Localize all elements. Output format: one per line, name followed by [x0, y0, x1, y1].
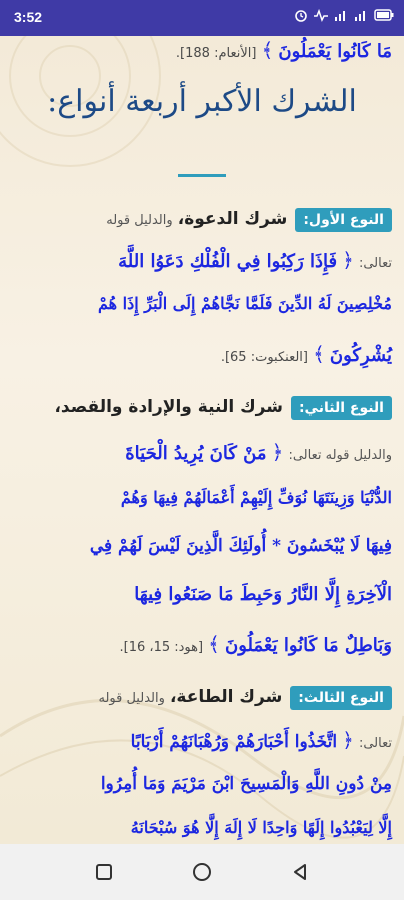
verse-text: وَبَاطِلٌ مَا كَانُوا يَعْمَلُونَ	[224, 635, 392, 656]
battery-icon	[374, 9, 394, 21]
type3-title-line: النوع الثالث: شرك الطاعة، والدليل قوله	[12, 686, 392, 710]
type3-lead: والدليل قوله	[98, 691, 165, 706]
type3-verse-line2: مِنْ دُونِ اللَّهِ وَالْمَسِيحَ ابْنَ مَ…	[12, 774, 392, 794]
verse-close-bracket: ﴾	[261, 38, 274, 62]
verse-text: مُخْلِصِينَ لَهُ الدِّينَ فَلَمَّا نَجَّ…	[98, 294, 392, 313]
verse-text: الدُّنْيَا وَزِينَتَهَا نُوَفِّ إِلَيْهِ…	[120, 488, 392, 507]
type1-lead: والدليل قوله	[106, 213, 173, 228]
verse-close-bracket: ﴾	[313, 342, 325, 366]
verse-reference: [العنكبوت: 65].	[220, 350, 308, 365]
status-icons	[294, 8, 394, 22]
status-time: 3:52	[14, 9, 43, 25]
verse-close-bracket: ﴾	[208, 632, 220, 656]
verse-text: إِلَّا لِيَعْبُدُوا إِلَهًا وَاحِدًا لَا…	[130, 818, 392, 837]
verse-open-bracket: ﴿	[342, 728, 354, 752]
type2-title: شرك النية والإرادة والقصد،	[54, 397, 283, 417]
type2-title-line: النوع الثاني: شرك النية والإرادة والقصد،	[12, 396, 392, 420]
verse-text: مِنْ دُونِ اللَّهِ وَالْمَسِيحَ ابْنَ مَ…	[100, 774, 392, 794]
type1-verse-line3: يُشْرِكُونَ ﴾ [العنكبوت: 65].	[12, 342, 392, 366]
verse-text: مَنْ كَانَ يُرِيدُ الْحَيَاةَ	[125, 443, 267, 464]
circle-icon[interactable]	[190, 860, 214, 884]
signal-icon	[335, 11, 345, 21]
type1-title-line: النوع الأول: شرك الدعوة، والدليل قوله	[12, 208, 392, 232]
verse-text: الْآخِرَةِ إِلَّا النَّارُ وَحَبِطَ مَا …	[134, 584, 392, 605]
verse-text: فَإِذَا رَكِبُوا فِي الْفُلْكِ دَعَوُا ا…	[118, 251, 338, 272]
type2-badge: النوع الثاني:	[290, 396, 392, 420]
type3-verse-line1: تعالى: ﴿ اتَّخَذُوا أَحْبَارَهُمْ وَرُهْ…	[12, 728, 392, 752]
type3-lead2: تعالى:	[358, 736, 392, 751]
type2-verse-line4: الْآخِرَةِ إِلَّا النَّارُ وَحَبِطَ مَا …	[12, 584, 392, 605]
type1-badge: النوع الأول:	[295, 208, 392, 232]
status-bar: 3:52	[0, 0, 404, 36]
verse-text: اتَّخَذُوا أَحْبَارَهُمْ وَرُهْبَانَهُمْ…	[130, 732, 338, 752]
verse-open-bracket: ﴿	[342, 248, 354, 272]
verse-reference: [الأنعام: 188].	[175, 46, 257, 61]
section-heading: الشرك الأكبر أربعة أنواع:	[47, 84, 357, 119]
type3-verse-line3: إِلَّا لِيَعْبُدُوا إِلَهًا وَاحِدًا لَا…	[12, 818, 392, 837]
verse-text: يُشْرِكُونَ	[329, 345, 392, 366]
verse-text: مَا كَانُوا يَعْمَلُونَ	[278, 41, 392, 62]
back-triangle-icon[interactable]	[288, 860, 312, 884]
verse-open-bracket: ﴿	[271, 440, 284, 464]
verse-text: فِيهَا لَا يُبْخَسُونَ * أُولَئِكَ الَّذ…	[89, 536, 392, 556]
heading-divider	[178, 174, 226, 177]
type3-title: شرك الطاعة،	[169, 687, 283, 707]
article-content[interactable]: مَا كَانُوا يَعْمَلُونَ ﴾ [الأنعام: 188]…	[0, 36, 404, 844]
activity-icon	[314, 8, 328, 22]
type3-badge: النوع الثالث:	[290, 686, 392, 710]
verse-reference: [هود: 15، 16].	[119, 640, 204, 655]
type2-verse-line3: فِيهَا لَا يُبْخَسُونَ * أُولَئِكَ الَّذ…	[12, 536, 392, 556]
type1-title: شرك الدعوة،	[177, 209, 288, 229]
type2-verse-line1: والدليل قوله تعالى: ﴿ مَنْ كَانَ يُرِيدُ…	[12, 440, 392, 464]
type2-verse-line2: الدُّنْيَا وَزِينَتَهَا نُوَفِّ إِلَيْهِ…	[12, 488, 392, 507]
alarm-icon	[295, 10, 307, 22]
verse-fragment-line: مَا كَانُوا يَعْمَلُونَ ﴾ [الأنعام: 188]…	[12, 38, 392, 62]
signal-icon	[355, 11, 365, 21]
type1-verse-line2: مُخْلِصِينَ لَهُ الدِّينَ فَلَمَّا نَجَّ…	[12, 294, 392, 313]
type1-lead2: تعالى:	[358, 256, 392, 271]
type1-verse-line1: تعالى: ﴿ فَإِذَا رَكِبُوا فِي الْفُلْكِ …	[12, 248, 392, 272]
square-icon[interactable]	[92, 860, 116, 884]
type2-verse-line5: وَبَاطِلٌ مَا كَانُوا يَعْمَلُونَ ﴾ [هود…	[12, 632, 392, 656]
type2-lead: والدليل قوله تعالى:	[288, 448, 392, 463]
navigation-bar	[0, 844, 404, 900]
